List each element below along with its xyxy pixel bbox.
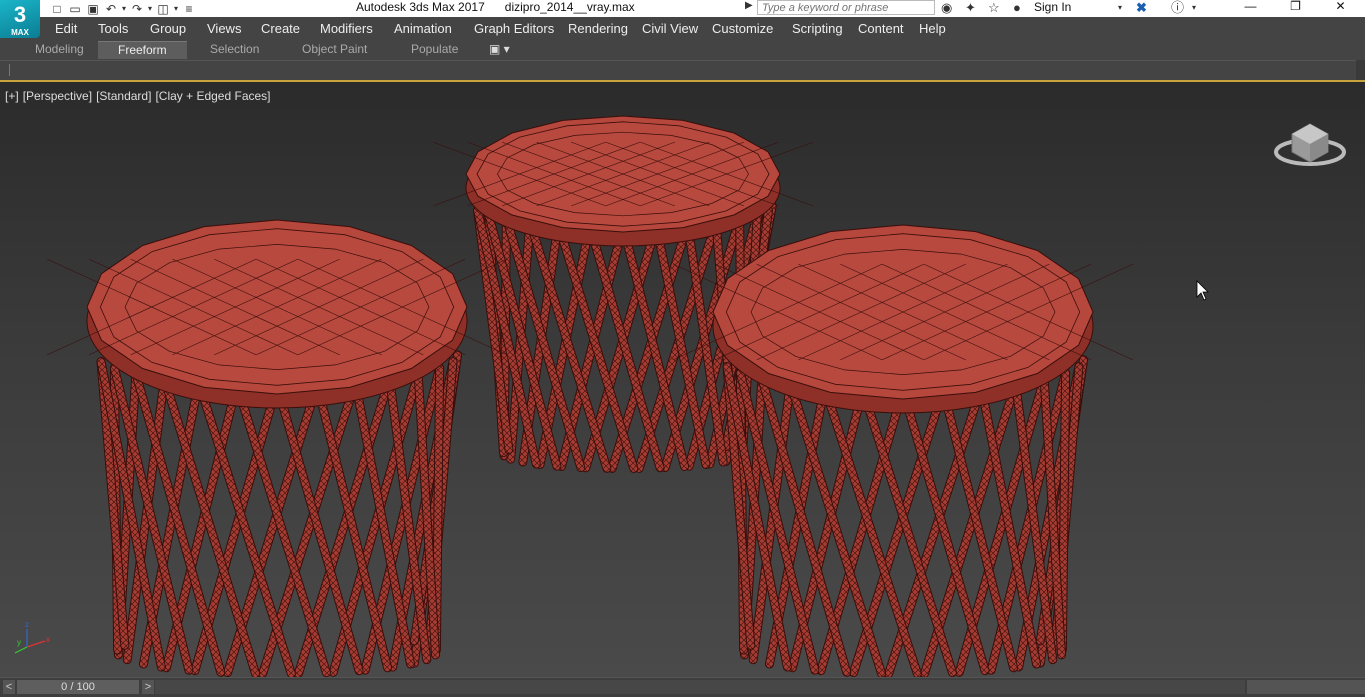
project-icon[interactable]: ◫ — [154, 2, 172, 16]
user-icon: ● — [1013, 0, 1021, 15]
search-input[interactable] — [757, 0, 935, 15]
exchange-icon[interactable]: ✖ — [1136, 0, 1147, 15]
menu-bar: Edit Tools Group Views Create Modifiers … — [40, 17, 1365, 39]
menu-graph-editors[interactable]: Graph Editors — [474, 21, 554, 36]
close-button[interactable]: ✕ — [1318, 0, 1363, 15]
app-name: Autodesk 3ds Max 2017 — [356, 0, 485, 14]
satellite-icon[interactable]: ✦ — [965, 0, 976, 15]
sign-in-button[interactable]: Sign In — [1034, 0, 1071, 15]
app-logo-number: 3 — [13, 2, 27, 27]
time-slider-bar: < 0 / 100 > — [0, 677, 1365, 697]
table-left[interactable] — [46, 219, 508, 677]
save-icon[interactable]: ▣ — [84, 2, 102, 16]
time-track[interactable] — [155, 680, 1245, 694]
axis-x-label: x — [46, 635, 50, 644]
time-next-button[interactable]: > — [142, 680, 154, 694]
redo-dropdown-icon[interactable]: ▾ — [146, 4, 154, 13]
workspace-menu-icon[interactable]: ≡ — [180, 2, 198, 16]
window-title: Autodesk 3ds Max 2017 dizipro_2014__vray… — [356, 0, 635, 15]
menu-create[interactable]: Create — [261, 21, 300, 36]
tab-freeform[interactable]: Freeform — [98, 41, 187, 59]
redo-icon[interactable]: ↷ — [128, 2, 146, 16]
app-menu-button[interactable]: 3 MAX — [0, 0, 40, 38]
new-file-icon[interactable]: □ — [48, 2, 66, 16]
menu-scripting[interactable]: Scripting — [792, 21, 843, 36]
track-bar-end — [1247, 680, 1365, 694]
tab-object-paint[interactable]: Object Paint — [302, 42, 367, 56]
menu-tools[interactable]: Tools — [98, 21, 128, 36]
menu-modifiers[interactable]: Modifiers — [320, 21, 373, 36]
file-name: dizipro_2014__vray.max — [504, 0, 635, 14]
ribbon-drag-handle[interactable] — [9, 64, 10, 76]
perspective-viewport[interactable]: [+] [Perspective] [Standard] [Clay + Edged … — [0, 80, 1365, 677]
star-icon[interactable]: ☆ — [988, 0, 1000, 15]
app-logo-sub: MAX — [11, 28, 29, 37]
binoculars-icon[interactable]: ◉ — [941, 0, 952, 15]
help-icon[interactable]: ⓘ — [1171, 0, 1184, 15]
menu-help[interactable]: Help — [919, 21, 946, 36]
ribbon-panel — [0, 60, 1365, 81]
menu-content[interactable]: Content — [858, 21, 904, 36]
table-right[interactable] — [672, 224, 1134, 677]
sign-in-dropdown-icon[interactable]: ▾ — [1118, 0, 1122, 15]
search-expand-icon[interactable]: ▶ — [745, 0, 753, 11]
undo-dropdown-icon[interactable]: ▾ — [120, 4, 128, 13]
menu-rendering[interactable]: Rendering — [568, 21, 628, 36]
title-bar: 3 MAX □ ▭ ▣ ↶ ▾ ↷ ▾ ◫ ▾ ≡ Autodesk 3ds M… — [0, 0, 1365, 38]
quick-access-toolbar: □ ▭ ▣ ↶ ▾ ↷ ▾ ◫ ▾ ≡ — [48, 0, 198, 17]
mouse-cursor — [1196, 280, 1209, 301]
time-prev-button[interactable]: < — [3, 680, 15, 694]
menu-views[interactable]: Views — [207, 21, 241, 36]
menu-edit[interactable]: Edit — [55, 21, 77, 36]
ribbon-tabs: Modeling Freeform Selection Object Paint… — [0, 39, 1365, 60]
axis-z-label: z — [25, 620, 29, 629]
scene-canvas: x y z — [14, 115, 1346, 677]
undo-icon[interactable]: ↶ — [102, 2, 120, 16]
tab-modeling[interactable]: Modeling — [35, 42, 84, 56]
menu-civil-view[interactable]: Civil View — [642, 21, 698, 36]
tab-populate[interactable]: Populate — [411, 42, 458, 56]
time-slider[interactable]: 0 / 100 — [17, 680, 139, 694]
tab-selection[interactable]: Selection — [210, 42, 259, 56]
restore-button[interactable]: ❐ — [1273, 0, 1318, 15]
menu-animation[interactable]: Animation — [394, 21, 452, 36]
axis-y-label: y — [17, 638, 21, 647]
help-dropdown-icon[interactable]: ▾ — [1192, 0, 1196, 15]
open-folder-icon[interactable]: ▭ — [66, 2, 84, 16]
menu-customize[interactable]: Customize — [712, 21, 773, 36]
project-dropdown-icon[interactable]: ▾ — [172, 4, 180, 13]
axis-tripod-icon: x y z — [14, 620, 50, 654]
menu-group[interactable]: Group — [150, 21, 186, 36]
ribbon-options-icon[interactable]: ▣ ▾ — [489, 42, 510, 56]
minimize-button[interactable]: — — [1228, 0, 1273, 15]
ribbon-scrollbar[interactable] — [1356, 60, 1365, 80]
viewcube-icon[interactable] — [1274, 123, 1346, 166]
